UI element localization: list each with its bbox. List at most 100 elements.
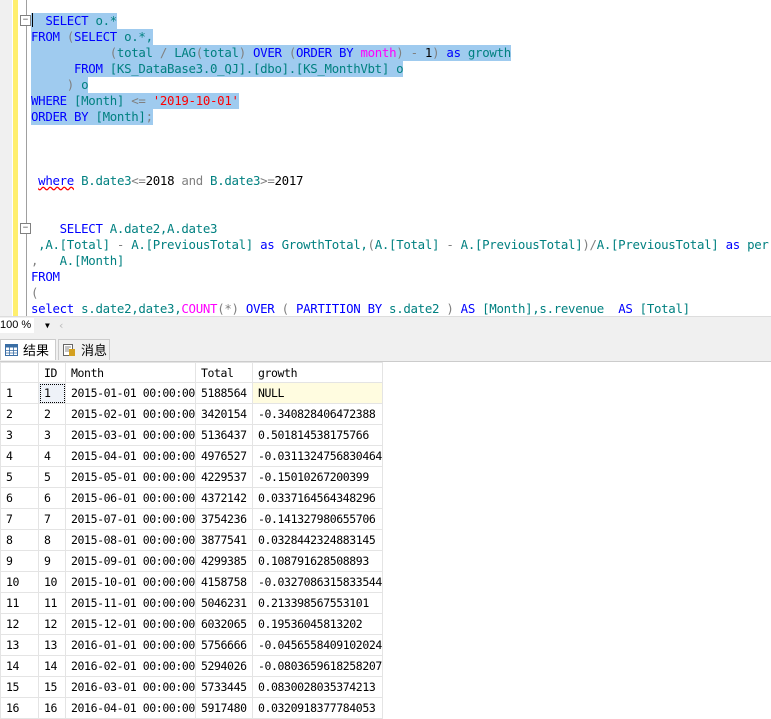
table-cell[interactable]: 2015-08-01 00:00:00 (65, 529, 196, 551)
row-number[interactable]: 2 (0, 403, 39, 425)
row-number[interactable]: 6 (0, 487, 39, 509)
table-row[interactable]: 16 16 2016-04-01 00:00:00 5917480 0.03209183… (0, 697, 383, 719)
table-cell[interactable]: 2016-04-01 00:00:00 (65, 697, 196, 719)
table-row[interactable]: 12 12 2015-12-01 00:00:00 6032065 0.19536045… (0, 613, 383, 635)
collapse-icon[interactable]: − (20, 223, 31, 234)
table-row[interactable]: 13 13 2016-01-01 00:00:00 5756666 -0.0456558… (0, 634, 383, 656)
table-row[interactable]: 3 3 2015-03-01 00:00:00 5136437 0.5018145381… (0, 424, 383, 446)
table-cell[interactable]: 4 (38, 445, 66, 467)
table-cell[interactable]: 1 (38, 382, 66, 404)
table-cell[interactable]: 5917480 (194, 697, 253, 719)
table-cell[interactable]: 2016-03-01 00:00:00 (65, 676, 196, 698)
table-cell[interactable]: 0.0320918377784053 (251, 697, 383, 719)
table-cell[interactable]: -0.340828406472388 (251, 403, 383, 425)
table-cell[interactable]: 0.213398567553101 (251, 592, 383, 614)
table-cell[interactable]: 0.501814538175766 (251, 424, 383, 446)
table-row[interactable]: 8 8 2015-08-01 00:00:00 3877541 0.0328442324… (0, 529, 383, 551)
table-cell[interactable]: 9 (38, 550, 66, 572)
tab-messages[interactable]: 消息 (58, 339, 110, 360)
row-number[interactable]: 9 (0, 550, 39, 572)
row-number[interactable]: 1 (0, 382, 39, 404)
table-cell[interactable]: 13 (38, 634, 66, 656)
table-cell[interactable]: 2015-04-01 00:00:00 (65, 445, 196, 467)
collapse-icon[interactable]: − (20, 15, 31, 26)
column-header[interactable]: Month (65, 362, 196, 383)
table-cell[interactable]: 3 (38, 424, 66, 446)
row-number[interactable]: 7 (0, 508, 39, 530)
table-cell[interactable]: 2015-12-01 00:00:00 (65, 613, 196, 635)
table-row[interactable]: 4 4 2015-04-01 00:00:00 4976527 -0.031132475… (0, 445, 383, 467)
row-number[interactable]: 10 (0, 571, 39, 593)
table-cell[interactable]: 5294026 (194, 655, 253, 677)
table-cell[interactable]: 0.0337164564348296 (251, 487, 383, 509)
row-number[interactable]: 8 (0, 529, 39, 551)
table-cell[interactable]: 2015-01-01 00:00:00 (65, 382, 196, 404)
table-cell[interactable]: 5046231 (194, 592, 253, 614)
table-cell[interactable]: -0.0311324756830464 (251, 445, 383, 467)
table-cell[interactable]: 15 (38, 676, 66, 698)
table-cell[interactable]: 4229537 (194, 466, 253, 488)
table-cell[interactable]: 0.108791628508893 (251, 550, 383, 572)
table-cell[interactable]: 2015-07-01 00:00:00 (65, 508, 196, 530)
table-cell[interactable]: -0.15010267200399 (251, 466, 383, 488)
table-cell[interactable]: 2015-05-01 00:00:00 (65, 466, 196, 488)
table-row[interactable]: 9 9 2015-09-01 00:00:00 4299385 0.1087916285… (0, 550, 383, 572)
row-number[interactable]: 15 (0, 676, 39, 698)
table-cell[interactable]: 3754236 (194, 508, 253, 530)
row-number[interactable]: 3 (0, 424, 39, 446)
column-header[interactable]: growth (251, 362, 383, 383)
table-row[interactable]: 11 11 2015-11-01 00:00:00 5046231 0.21339856… (0, 592, 383, 614)
table-cell[interactable]: 2016-02-01 00:00:00 (65, 655, 196, 677)
chevron-down-icon[interactable]: ▼ (45, 318, 50, 333)
results-grid[interactable]: ID Month Total growth 1 1 2015-01-01 00:00:00… (0, 362, 771, 719)
table-cell[interactable]: 14 (38, 655, 66, 677)
table-cell[interactable]: 0.0830028035374213 (251, 676, 383, 698)
table-cell[interactable]: 6 (38, 487, 66, 509)
table-cell[interactable]: 2 (38, 403, 66, 425)
table-cell[interactable]: 6032065 (194, 613, 253, 635)
table-cell[interactable]: 0.0328442324883145 (251, 529, 383, 551)
table-cell[interactable]: 11 (38, 592, 66, 614)
table-cell[interactable]: NULL (251, 382, 383, 404)
table-row[interactable]: 7 7 2015-07-01 00:00:00 3754236 -0.141327980… (0, 508, 383, 530)
row-number[interactable]: 14 (0, 655, 39, 677)
table-cell[interactable]: 4372142 (194, 487, 253, 509)
table-cell[interactable]: -0.0803659618258207 (251, 655, 383, 677)
row-number[interactable]: 5 (0, 466, 39, 488)
row-number[interactable]: 12 (0, 613, 39, 635)
table-cell[interactable]: 5733445 (194, 676, 253, 698)
column-header[interactable]: ID (38, 362, 66, 383)
table-cell[interactable]: 12 (38, 613, 66, 635)
table-cell[interactable]: 7 (38, 508, 66, 530)
table-cell[interactable]: 2016-01-01 00:00:00 (65, 634, 196, 656)
row-number[interactable]: 13 (0, 634, 39, 656)
column-header[interactable]: Total (194, 362, 253, 383)
table-cell[interactable]: 5136437 (194, 424, 253, 446)
table-cell[interactable]: 2015-03-01 00:00:00 (65, 424, 196, 446)
table-cell[interactable]: 8 (38, 529, 66, 551)
table-cell[interactable]: 2015-11-01 00:00:00 (65, 592, 196, 614)
row-number[interactable]: 11 (0, 592, 39, 614)
table-cell[interactable]: 5756666 (194, 634, 253, 656)
scroll-left-icon[interactable]: ‹ (58, 318, 65, 333)
table-cell[interactable]: -0.0456558409102024 (251, 634, 383, 656)
table-cell[interactable]: 2015-02-01 00:00:00 (65, 403, 196, 425)
row-number[interactable]: 16 (0, 697, 39, 719)
table-cell[interactable]: 2015-09-01 00:00:00 (65, 550, 196, 572)
sql-editor[interactable]: − − SELECT o.* FROM (SELECT o.*, (total /… (0, 0, 771, 316)
table-cell[interactable]: -0.141327980655706 (251, 508, 383, 530)
table-cell[interactable]: 4299385 (194, 550, 253, 572)
table-cell[interactable]: 3877541 (194, 529, 253, 551)
column-header[interactable] (0, 362, 39, 383)
table-cell[interactable]: 3420154 (194, 403, 253, 425)
tab-results[interactable]: 结果 (0, 339, 56, 360)
row-number[interactable]: 4 (0, 445, 39, 467)
table-row[interactable]: 14 14 2016-02-01 00:00:00 5294026 -0.0803659… (0, 655, 383, 677)
table-cell[interactable]: 2015-10-01 00:00:00 (65, 571, 196, 593)
table-cell[interactable]: 10 (38, 571, 66, 593)
table-row[interactable]: 5 5 2015-05-01 00:00:00 4229537 -0.150102672… (0, 466, 383, 488)
table-cell[interactable]: 5 (38, 466, 66, 488)
table-cell[interactable]: 4976527 (194, 445, 253, 467)
table-cell[interactable]: 0.19536045813202 (251, 613, 383, 635)
table-cell[interactable]: 2015-06-01 00:00:00 (65, 487, 196, 509)
